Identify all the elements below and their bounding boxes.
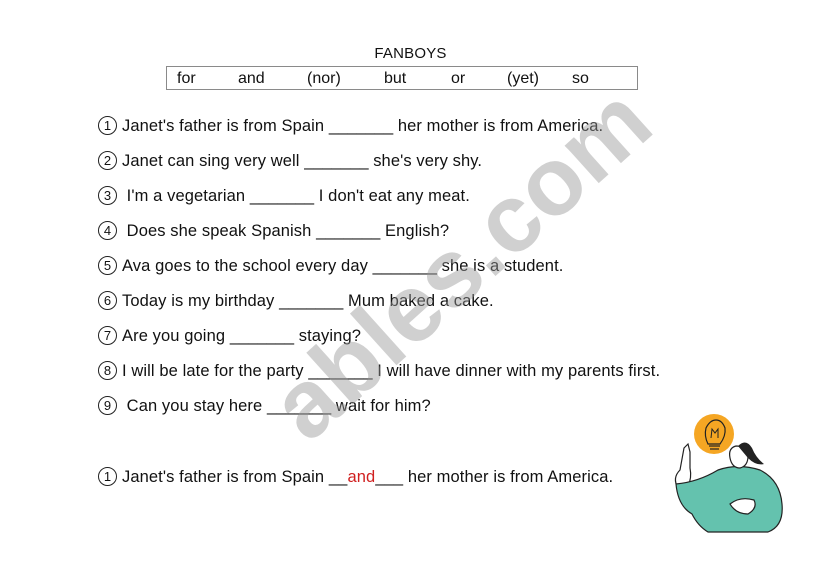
question-text-before: Janet can sing very well [122, 152, 300, 170]
answer-blank[interactable]: _______ [250, 187, 314, 205]
question-3: 3 I'm a vegetarian _______ I don't eat a… [98, 186, 470, 206]
thinking-person-illustration [674, 414, 783, 533]
question-text-after: wait for him? [335, 397, 431, 415]
answer-blank[interactable]: _______ [267, 397, 331, 415]
question-text-after: she's very shy. [373, 152, 483, 170]
answer-blank[interactable]: _______ [230, 327, 294, 345]
question-6: 6 Today is my birthday _______ Mum baked … [98, 291, 494, 311]
answer-blank[interactable]: _______ [373, 257, 437, 275]
question-text-before: Does she speak Spanish [122, 222, 312, 240]
question-number: 8 [98, 361, 117, 380]
conjunction-word: for [177, 70, 196, 87]
question-text-after: her mother is from America. [397, 117, 604, 135]
question-text-before: I'm a vegetarian [122, 187, 246, 205]
blank-right: ___ [375, 468, 404, 486]
conjunction-box: for and (nor) but or (yet) so [166, 66, 638, 90]
question-text-after: I will have dinner with my parents first… [377, 362, 661, 380]
question-2: 2 Janet can sing very well _______ she's … [98, 151, 482, 171]
worksheet-title: FANBOYS [374, 45, 447, 62]
question-1: 1 Janet's father is from Spain _______ he… [98, 116, 603, 136]
question-number: 5 [98, 256, 117, 275]
lightbulb-icon [694, 414, 734, 454]
question-number: 6 [98, 291, 117, 310]
question-number: 9 [98, 396, 117, 415]
question-4: 4 Does she speak Spanish _______ English… [98, 221, 449, 241]
question-number: 3 [98, 186, 117, 205]
question-text-before: Today is my birthday [122, 292, 275, 310]
question-number: 4 [98, 221, 117, 240]
question-text-before: Janet's father is from Spain [122, 468, 325, 486]
answer-blank[interactable]: _______ [304, 152, 368, 170]
answer-blank[interactable]: _______ [329, 117, 393, 135]
conjunction-word: (yet) [507, 70, 539, 87]
question-number: 1 [98, 467, 117, 486]
conjunction-word: (nor) [307, 70, 341, 87]
raised-finger-hand [674, 442, 692, 489]
person-body [675, 465, 783, 533]
question-8: 8 I will be late for the party _______ I … [98, 361, 660, 381]
conjunction-word: but [384, 70, 407, 87]
question-text-after: she is a student. [441, 257, 564, 275]
answer-blank[interactable]: _______ [316, 222, 380, 240]
question-number: 1 [98, 116, 117, 135]
question-number: 7 [98, 326, 117, 345]
answer-blank[interactable]: _______ [279, 292, 343, 310]
question-text-before: Can you stay here [122, 397, 263, 415]
blank-left: __ [328, 468, 348, 486]
question-5: 5 Ava goes to the school every day ______… [98, 256, 563, 276]
example-answer-word: and [347, 468, 376, 486]
answer-blank[interactable]: _______ [308, 362, 372, 380]
question-text-after: Mum baked a cake. [348, 292, 494, 310]
conjunction-word: or [451, 70, 466, 87]
example-answer: 1 Janet's father is from Spain __and___ h… [98, 467, 613, 487]
question-text-after: her mother is from America. [407, 468, 614, 486]
question-text-after: I don't eat any meat. [318, 187, 470, 205]
question-number: 2 [98, 151, 117, 170]
conjunction-word: so [572, 70, 589, 87]
conjunction-word: and [238, 70, 265, 87]
question-9: 9 Can you stay here _______ wait for him… [98, 396, 431, 416]
question-7: 7 Are you going _______ staying? [98, 326, 361, 346]
question-text-after: staying? [298, 327, 362, 345]
question-text-after: English? [385, 222, 450, 240]
question-text-before: Are you going [122, 327, 226, 345]
question-text-before: I will be late for the party [122, 362, 304, 380]
question-text-before: Ava goes to the school every day [122, 257, 368, 275]
question-text-before: Janet's father is from Spain [122, 117, 325, 135]
